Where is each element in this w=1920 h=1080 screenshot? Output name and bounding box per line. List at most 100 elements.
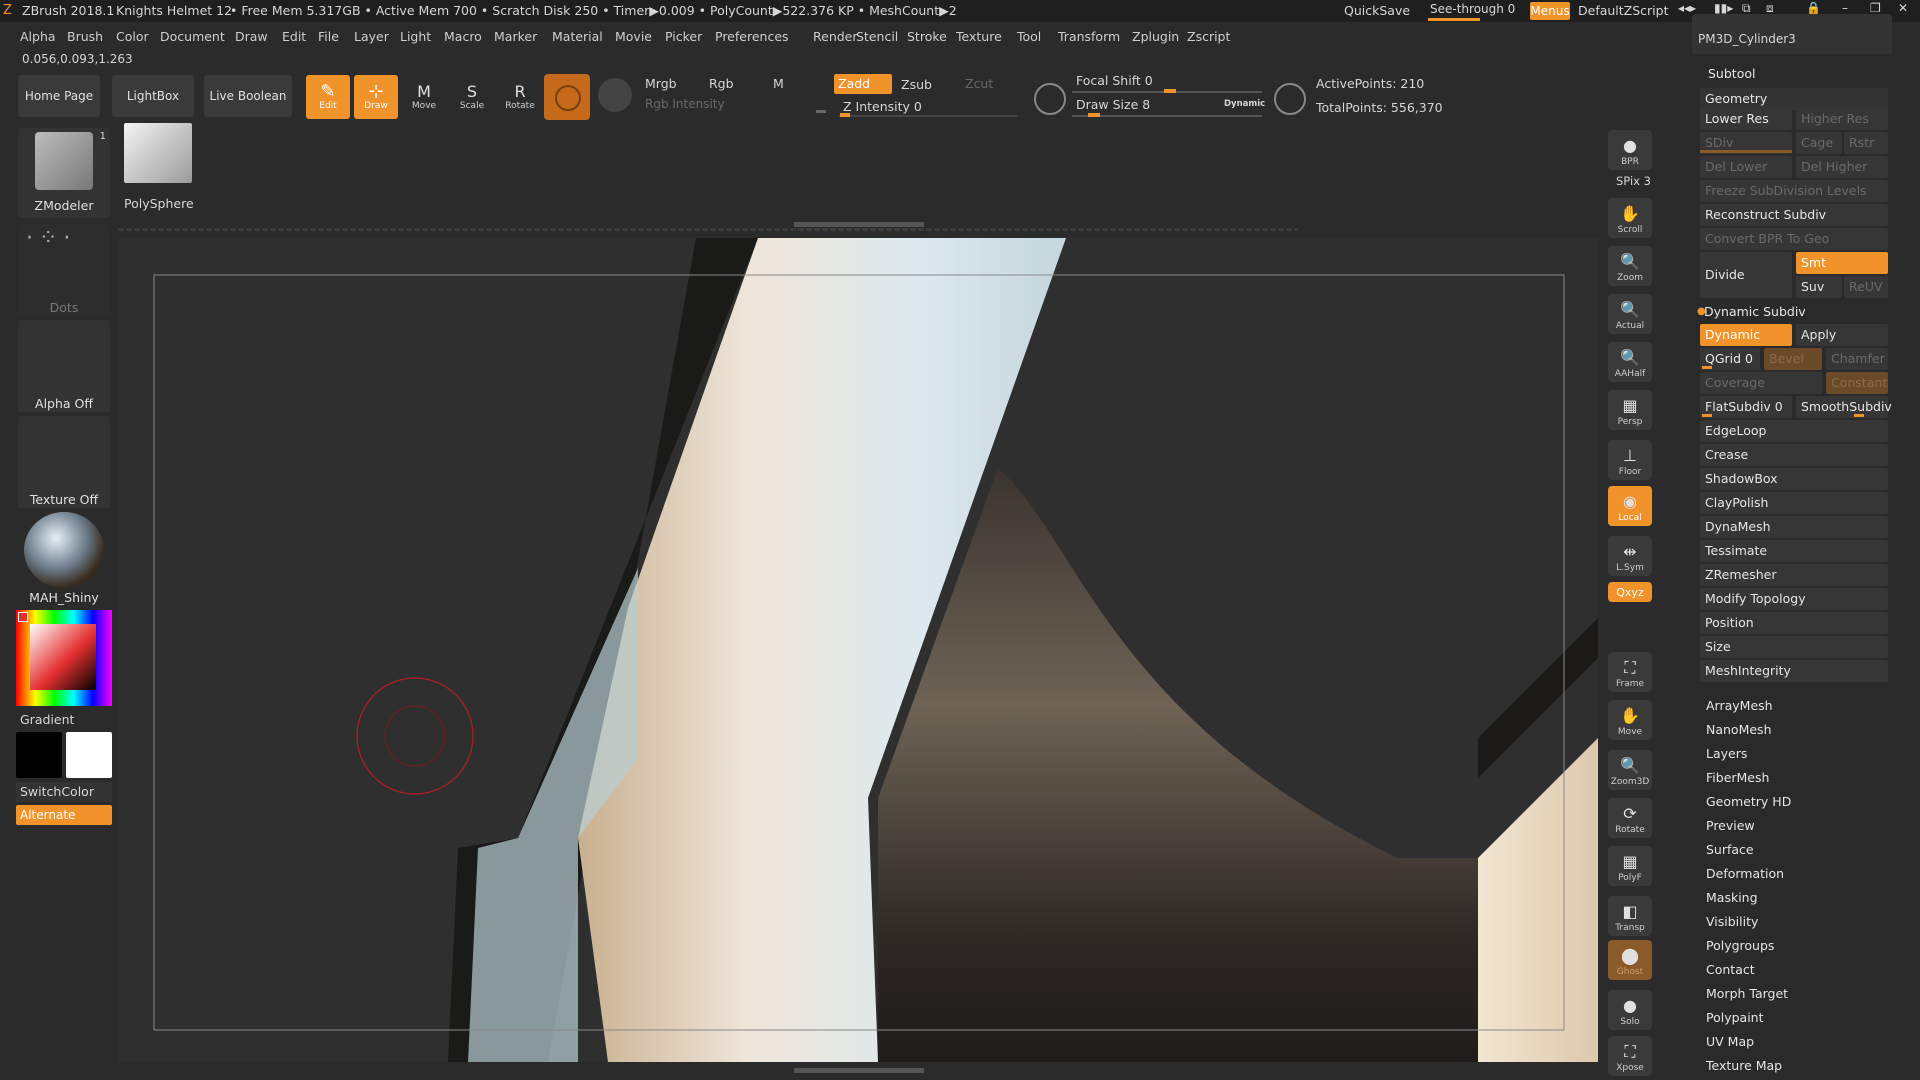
edit-mode-button[interactable]: ✎ Edit	[306, 75, 350, 119]
divide-button[interactable]: Divide	[1700, 252, 1792, 298]
menu-tool[interactable]: Tool	[1017, 29, 1041, 44]
menu-render[interactable]: Render	[813, 29, 858, 44]
menu-edit[interactable]: Edit	[282, 29, 306, 44]
cage-button[interactable]: Cage	[1796, 132, 1842, 154]
rotate-mode-button[interactable]: R Rotate	[498, 75, 542, 119]
local-button[interactable]: ◉ Local	[1608, 486, 1652, 526]
geometry-crease-button[interactable]: Crease	[1700, 444, 1888, 466]
scale-mode-button[interactable]: S Scale	[450, 75, 494, 119]
layout-icon[interactable]: ▮▮▸	[1714, 1, 1733, 15]
del-higher-button[interactable]: Del Higher	[1796, 156, 1888, 178]
palette-arraymesh[interactable]: ArrayMesh	[1706, 698, 1773, 713]
draw-size-icon[interactable]	[1274, 83, 1306, 115]
palette-fibermesh[interactable]: FiberMesh	[1706, 770, 1769, 785]
menu-color[interactable]: Color	[116, 29, 149, 44]
smoothsubdiv-slider[interactable]: SmoothSubdiv	[1796, 396, 1892, 418]
alpha-slot[interactable]: Alpha Off	[18, 320, 110, 412]
ghost-button[interactable]: ⬤ Ghost	[1608, 940, 1652, 980]
material-slot[interactable]: MAH_Shiny	[18, 512, 110, 605]
rstr-button[interactable]: Rstr	[1844, 132, 1888, 154]
canvas-top-handle[interactable]	[794, 222, 924, 227]
lock-icon[interactable]: 🔒	[1806, 1, 1821, 15]
document-canvas[interactable]	[118, 238, 1598, 1062]
gizmo-toggle-icon[interactable]	[598, 78, 632, 112]
zcut-button[interactable]: Zcut	[965, 76, 993, 91]
geometry-palette-header[interactable]: Geometry	[1700, 88, 1888, 110]
rgb-button[interactable]: Rgb	[709, 76, 734, 91]
brush-slot[interactable]: 1 ZModeler	[18, 128, 110, 218]
dynamic-subdiv-header[interactable]: Dynamic Subdiv	[1704, 304, 1806, 319]
floor-button[interactable]: ⊥ Floor	[1608, 440, 1652, 480]
draw-size-dynamic-label[interactable]: Dynamic	[1224, 99, 1265, 109]
menu-layer[interactable]: Layer	[354, 29, 389, 44]
actual-button[interactable]: 🔍 Actual	[1608, 294, 1652, 334]
main-color-swatch[interactable]	[16, 732, 62, 778]
menu-alpha[interactable]: Alpha	[20, 29, 56, 44]
apply-dynamic-button[interactable]: Apply	[1796, 324, 1888, 346]
zoom-button[interactable]: 🔍 Zoom	[1608, 246, 1652, 286]
freeze-subdivision-button[interactable]: Freeze SubDivision Levels	[1700, 180, 1888, 202]
xyz-button[interactable]: Qxyz	[1608, 582, 1652, 602]
palette-deformation[interactable]: Deformation	[1706, 866, 1784, 881]
palette-morph-target[interactable]: Morph Target	[1706, 986, 1788, 1001]
reconstruct-subdiv-button[interactable]: Reconstruct Subdiv	[1700, 204, 1888, 226]
menu-stroke[interactable]: Stroke	[907, 29, 947, 44]
quicksave-button[interactable]: QuickSave	[1344, 3, 1410, 18]
m-button[interactable]: M	[773, 76, 784, 91]
zadd-button[interactable]: Zadd	[834, 74, 892, 94]
canvas-bottom-handle[interactable]	[794, 1068, 924, 1073]
frame-button[interactable]: ⛶ Frame	[1608, 652, 1652, 692]
geometry-dynamesh-button[interactable]: DynaMesh	[1700, 516, 1888, 538]
palette-masking[interactable]: Masking	[1706, 890, 1758, 905]
rotate-view-button[interactable]: ⟳ Rotate	[1608, 798, 1652, 838]
sculptris-pro-button[interactable]	[544, 74, 590, 120]
live-boolean-button[interactable]: Live Boolean	[204, 75, 292, 117]
menu-marker[interactable]: Marker	[494, 29, 537, 44]
geometry-tessimate-button[interactable]: Tessimate	[1700, 540, 1888, 562]
alternate-button[interactable]: Alternate	[16, 805, 112, 825]
seethrough-slider[interactable]: See-through 0	[1424, 0, 1524, 21]
current-tool-card[interactable]: PM3D_Cylinder3	[1692, 14, 1892, 54]
polyf-button[interactable]: ▦ PolyF	[1608, 846, 1652, 886]
convert-bpr-button[interactable]: Convert BPR To Geo	[1700, 228, 1888, 250]
menu-light[interactable]: Light	[400, 29, 431, 44]
geometry-zremesher-button[interactable]: ZRemesher	[1700, 564, 1888, 586]
chamfer-toggle[interactable]: Chamfer	[1826, 348, 1888, 370]
texture-slot[interactable]: Texture Off	[18, 416, 110, 508]
draw-size-slider[interactable]: Draw Size 8 Dynamic	[1072, 96, 1265, 118]
palette-texture-map[interactable]: Texture Map	[1706, 1058, 1782, 1073]
polysphere-tool-icon[interactable]	[124, 123, 192, 183]
move-mode-button[interactable]: M Move	[402, 75, 446, 119]
menu-zscript[interactable]: Zscript	[1187, 29, 1230, 44]
menu-file[interactable]: File	[318, 29, 339, 44]
constant-toggle[interactable]: Constant	[1826, 372, 1888, 394]
bpr-button[interactable]: ● BPR	[1608, 130, 1652, 170]
menu-zplugin[interactable]: Zplugin	[1132, 29, 1179, 44]
lower-res-button[interactable]: Lower Res	[1700, 108, 1792, 130]
bevel-slider[interactable]: Bevel	[1764, 348, 1822, 370]
reuv-toggle[interactable]: ReUV	[1844, 276, 1888, 298]
menu-picker[interactable]: Picker	[665, 29, 702, 44]
stroke-slot[interactable]: ·⁘· Dots	[18, 224, 110, 316]
solo-button[interactable]: ● Solo	[1608, 990, 1652, 1030]
home-page-button[interactable]: Home Page	[18, 75, 100, 117]
persp-button[interactable]: ▦ Persp	[1608, 390, 1652, 430]
rgb-intensity-slider[interactable]: Rgb Intensity	[640, 96, 830, 114]
switchcolor-button[interactable]: SwitchColor	[16, 782, 112, 802]
palette-layers[interactable]: Layers	[1706, 746, 1747, 761]
higher-res-button[interactable]: Higher Res	[1796, 108, 1888, 130]
zsub-button[interactable]: Zsub	[901, 77, 932, 92]
move-view-button[interactable]: ✋ Move	[1608, 700, 1652, 740]
geometry-modify-topology-button[interactable]: Modify Topology	[1700, 588, 1888, 610]
geometry-meshintegrity-button[interactable]: MeshIntegrity	[1700, 660, 1888, 682]
palette-preview[interactable]: Preview	[1706, 818, 1755, 833]
aahalf-button[interactable]: 🔍 AAHalf	[1608, 342, 1652, 382]
palette-polypaint[interactable]: Polypaint	[1706, 1010, 1764, 1025]
focal-shift-icon[interactable]	[1034, 83, 1066, 115]
del-lower-button[interactable]: Del Lower	[1700, 156, 1792, 178]
color-picker[interactable]	[16, 610, 112, 706]
minimize-icon[interactable]: –	[1842, 1, 1848, 15]
lsym-button[interactable]: ⇹ L.Sym	[1608, 536, 1652, 576]
coverage-slider[interactable]: Coverage	[1700, 372, 1822, 394]
suv-toggle[interactable]: Suv	[1796, 276, 1842, 298]
